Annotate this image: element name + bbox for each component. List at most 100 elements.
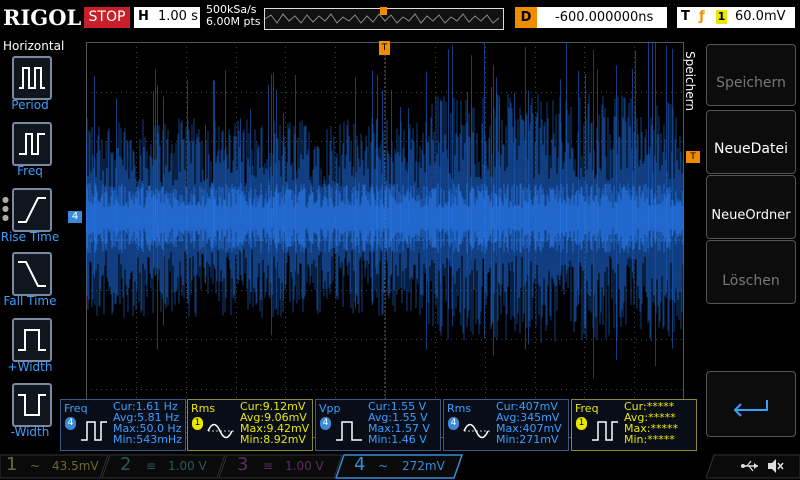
vpp-icon — [336, 421, 362, 441]
period-button[interactable] — [12, 56, 52, 100]
measurement-values: Cur:407mV Avg:345mV Max:407mV Min:271mV — [496, 401, 562, 445]
freq-button[interactable] — [12, 122, 52, 166]
measurement-channel-badge: 1 — [192, 417, 203, 430]
measurement-panel[interactable]: Freq 4 Cur:1.61 Hz Avg:5.81 Hz Max:50.0 … — [60, 399, 186, 451]
period-label: Period — [11, 98, 49, 112]
right-menu-title-text: Speichern — [682, 51, 697, 111]
speaker-muted-icon[interactable] — [766, 457, 784, 475]
trigger-settings[interactable]: T ƒ 1 60.0mV — [677, 7, 795, 28]
save-button-label: Speichern — [716, 75, 786, 91]
measurement-name: Vpp — [319, 402, 341, 415]
measurement-channel-badge: 4 — [448, 417, 459, 430]
measurement-name: Rms — [191, 402, 216, 415]
channel-1-coupling: ~ — [30, 459, 41, 473]
period-icon — [19, 67, 45, 89]
measurement-panel[interactable]: Rms 4 Cur:407mV Avg:345mV Max:407mV Min:… — [443, 399, 569, 451]
channel-4-coupling: ~ — [378, 459, 389, 473]
trigger-time-marker[interactable]: T — [379, 41, 390, 55]
measurement-values: Cur:***** Avg:***** Max:***** Min:***** — [624, 401, 678, 445]
freq-label: Freq — [17, 164, 43, 178]
channel-3-number: 3 — [237, 454, 249, 475]
fall-time-icon — [18, 261, 46, 287]
left-menu-title: Horizontal — [3, 39, 65, 53]
channel-2-scale: 1.00 V — [168, 459, 207, 473]
measurement-min: Min:8.92mV — [240, 433, 306, 446]
fall-time-button[interactable] — [12, 252, 52, 296]
measurement-name: Rms — [447, 402, 472, 415]
measurement-channel-badge: 1 — [576, 417, 587, 430]
rise-time-icon — [18, 197, 46, 223]
neg-width-icon — [18, 394, 46, 416]
brand-logo: RIGOL — [3, 5, 82, 30]
save-button[interactable]: Speichern — [706, 44, 796, 106]
measurement-channel-badge: 4 — [65, 417, 76, 430]
fall-time-label: Fall Time — [3, 294, 57, 308]
sample-info: 500kSa/s 6.00M pts — [206, 4, 261, 28]
return-button[interactable] — [706, 371, 796, 437]
right-menu-title: Speichern — [682, 48, 704, 118]
pos-width-label: +Width — [7, 360, 53, 374]
measurement-min: Min:543mHz — [113, 433, 182, 446]
memory-depth: 6.00M pts — [206, 15, 261, 28]
trigger-level-marker[interactable]: T — [686, 151, 700, 163]
rms-icon — [463, 423, 492, 439]
neg-width-button[interactable] — [12, 383, 52, 427]
new-folder-label: NeueOrdner — [711, 208, 791, 223]
return-arrow-icon — [733, 400, 768, 417]
menu-page-dots: ● ● ● — [2, 195, 9, 222]
channel-2-tab[interactable]: 2 ≡ 1.00 V — [110, 454, 220, 477]
delay-value: -600.000000ns — [555, 10, 654, 25]
waveform-display — [86, 42, 684, 438]
rise-time-button[interactable] — [12, 188, 52, 232]
new-file-label: NeueDatei — [714, 141, 788, 157]
measurement-panel[interactable]: Freq 1 Cur:***** Avg:***** Max:***** Min… — [571, 399, 697, 451]
horizontal-timebase[interactable]: H 1.00 s — [134, 7, 200, 28]
new-file-button[interactable]: NeueDatei — [706, 110, 796, 174]
delay-offset[interactable]: D -600.000000ns — [515, 7, 667, 28]
timebase-value: 1.00 s — [158, 9, 198, 24]
channel-1-tab[interactable]: 1 ~ 43.5mV — [0, 454, 100, 477]
channel-4-tab[interactable]: 4 ~ 272mV — [344, 454, 454, 477]
measurement-name: Freq — [64, 402, 88, 415]
channel-4-offset-marker[interactable]: 4 — [68, 211, 82, 223]
rising-edge-icon: ƒ — [699, 9, 705, 24]
measurement-min: Min:1.46 V — [368, 433, 427, 446]
run-stop-indicator[interactable]: STOP — [84, 7, 130, 28]
channel-2-number: 2 — [120, 454, 132, 475]
measurement-values: Cur:1.55 V Avg:1.55 V Max:1.57 V Min:1.4… — [368, 401, 430, 445]
usb-icon — [741, 460, 758, 472]
channel-4-scale: 272mV — [402, 459, 445, 473]
new-folder-button[interactable]: NeueOrdner — [706, 175, 796, 239]
rise-time-label: Rise Time — [0, 230, 60, 244]
measurement-min: Min:***** — [624, 433, 675, 446]
rms-icon — [207, 423, 236, 439]
measurement-name: Freq — [575, 402, 599, 415]
trigger-position-marker — [380, 7, 387, 15]
neg-width-label: -Width — [10, 425, 50, 439]
measurement-values: Cur:9.12mV Avg:9.06mV Max:9.42mV Min:8.9… — [240, 401, 309, 445]
measurement-channel-badge: 4 — [320, 417, 331, 430]
delete-button[interactable]: Löschen — [706, 240, 796, 304]
freq-icon — [592, 421, 618, 441]
trigger-source-channel: 1 — [716, 10, 727, 24]
freq-icon — [19, 133, 45, 155]
delete-label: Löschen — [722, 273, 780, 289]
channel-3-coupling: ≡ — [263, 459, 274, 473]
channel-3-tab[interactable]: 3 ≡ 1.00 V — [227, 454, 337, 477]
measurement-panel[interactable]: Vpp 4 Cur:1.55 V Avg:1.55 V Max:1.57 V M… — [315, 399, 441, 451]
measurement-panel[interactable]: Rms 1 Cur:9.12mV Avg:9.06mV Max:9.42mV M… — [187, 399, 313, 451]
timebase-key: H — [138, 9, 149, 24]
trigger-level: 60.0mV — [735, 9, 786, 24]
channel-4-number: 4 — [354, 454, 366, 475]
measurement-min: Min:271mV — [496, 433, 559, 446]
channel-2-coupling: ≡ — [146, 459, 157, 473]
channel-1-number: 1 — [6, 454, 18, 475]
freq-icon — [81, 421, 107, 441]
pos-width-icon — [18, 329, 46, 351]
measurement-values: Cur:1.61 Hz Avg:5.81 Hz Max:50.0 Hz Min:… — [113, 401, 182, 445]
channel-1-scale: 43.5mV — [52, 459, 99, 473]
delay-key: D — [515, 7, 537, 28]
pos-width-button[interactable] — [12, 318, 52, 362]
channel-3-scale: 1.00 V — [285, 459, 324, 473]
trigger-key: T — [681, 9, 690, 24]
